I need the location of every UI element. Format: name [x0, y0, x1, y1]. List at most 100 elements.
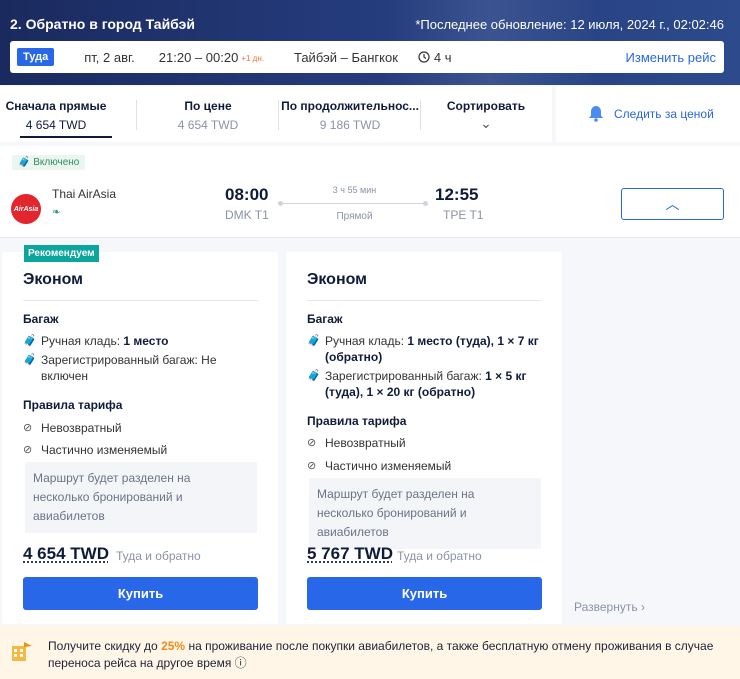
chevron-right-icon: ›: [640, 600, 645, 614]
buy-button[interactable]: Купить: [307, 577, 542, 610]
route-summary-bar: Туда пт, 2 авг. 21:20 – 00:20 +1 дн. Тайб…: [10, 41, 724, 73]
carry-on-row: 🧳 Ручная кладь: 1 место: [23, 333, 255, 349]
checked-bag-icon: 🧳: [307, 370, 321, 382]
arrival-time: 12:55: [435, 185, 479, 204]
checked-bag-icon: 🧳: [23, 354, 37, 366]
divider: [136, 100, 137, 130]
change-row: ⊘ Частично изменяемый: [23, 442, 255, 458]
promo-text-before: Получите скидку до: [48, 639, 158, 653]
sort-dropdown[interactable]: Сортировать ⌄: [420, 86, 552, 142]
route-time: 21:20 – 00:20 +1 дн.: [159, 50, 264, 65]
route-time-range: 21:20 – 00:20: [158, 49, 239, 65]
direction-badge: Туда: [17, 48, 55, 66]
sort-dropdown-label: Сортировать: [446, 99, 526, 113]
carry-on-icon: 🧳: [23, 335, 37, 347]
hotel-icon: [12, 642, 32, 661]
fare-title: Эконом: [307, 271, 368, 288]
tab-by-duration[interactable]: По продолжительнос... 9 186 TWD: [280, 86, 420, 142]
price-subtitle: Туда и обратно: [116, 549, 201, 563]
sort-bar: Сначала прямые 4 654 TWD По цене 4 654 T…: [0, 86, 740, 142]
rules-heading: Правила тарифа: [23, 398, 123, 412]
tab-label: По цене: [184, 99, 232, 113]
chevron-up-icon: ︿: [665, 196, 680, 212]
refund-row: ⊘ Невозвратный: [23, 420, 255, 436]
baggage-heading: Багаж: [307, 312, 343, 326]
carry-on-icon: 🧳: [307, 335, 321, 347]
expand-link[interactable]: Развернуть ›: [574, 600, 645, 614]
fare-title: Эконом: [23, 271, 84, 288]
tab-by-price[interactable]: По цене 4 654 TWD: [138, 86, 278, 142]
fare-price[interactable]: 5 767 TWD: [307, 544, 393, 564]
no-entry-icon: ⊘: [307, 460, 317, 472]
recommended-badge: Рекомендуем: [24, 245, 99, 262]
carry-on-value: 1 место: [123, 334, 169, 348]
track-price-label: Следить за ценой: [614, 107, 714, 121]
checked-bag-label: Зарегистрированный багаж:: [41, 353, 198, 367]
checked-bag-label: Зарегистрированный багаж:: [325, 369, 482, 383]
divider: [307, 300, 542, 301]
carry-on-label: Ручная кладь:: [325, 334, 405, 348]
tab-direct-first[interactable]: Сначала прямые 4 654 TWD: [0, 86, 112, 142]
split-booking-note: Маршрут будет разделен на несколько брон…: [25, 462, 257, 533]
rules-heading: Правила тарифа: [307, 414, 407, 428]
last-update-text: *Последнее обновление: 12 июля, 2024 г.,…: [415, 17, 724, 32]
route-date: пт, 2 авг.: [84, 49, 135, 65]
clock-icon: [418, 51, 430, 63]
track-price-button[interactable]: Следить за ценой: [556, 86, 740, 142]
leaf-icon: ❧: [52, 207, 61, 218]
airline-name: Thai AirAsia: [52, 187, 117, 201]
flight-line: [278, 201, 428, 206]
checked-bag-text: Зарегистрированный багаж: 1 × 5 кг (туда…: [325, 368, 539, 400]
airline-logo: AirAsia: [11, 194, 41, 224]
checked-bag-text: Зарегистрированный багаж: Не включен: [41, 352, 255, 384]
refund-row: ⊘ Невозвратный: [307, 435, 539, 451]
change-text: Частично изменяемый: [41, 443, 168, 457]
carry-on-text: Ручная кладь: 1 место: [41, 333, 169, 349]
no-entry-icon: ⊘: [23, 444, 33, 456]
collapse-button[interactable]: ︿: [621, 188, 724, 220]
flight-duration: 3 ч 55 мин: [332, 185, 377, 195]
no-entry-icon: ⊘: [23, 422, 33, 434]
tab-price: 4 654 TWD: [25, 118, 87, 132]
divider: [23, 300, 258, 301]
sort-tabs: Сначала прямые 4 654 TWD По цене 4 654 T…: [0, 86, 552, 142]
carry-on-label: Ручная кладь:: [41, 334, 121, 348]
included-label: Включено: [33, 157, 80, 168]
divider: [278, 100, 279, 130]
fare-card: Рекомендуем Эконом Багаж 🧳 Ручная кладь:…: [2, 245, 278, 624]
info-icon[interactable]: ⓘ: [235, 656, 247, 670]
departure-time: 08:00: [225, 185, 269, 204]
tab-label: По продолжительнос...: [281, 99, 419, 113]
route-duration: 4 ч: [418, 50, 452, 65]
split-booking-note: Маршрут будет разделен на несколько брон…: [309, 478, 541, 549]
promo-percent: 25%: [161, 639, 186, 653]
promo-text: Получите скидку до 25% на проживание пос…: [48, 638, 728, 672]
chevron-down-icon: ⌄: [480, 115, 492, 131]
included-badge: 🧳 Включено: [12, 155, 86, 170]
buy-button[interactable]: Купить: [23, 577, 258, 610]
arrival-airport: TPE T1: [443, 208, 484, 222]
checked-bag-row: 🧳 Зарегистрированный багаж: 1 × 5 кг (ту…: [307, 368, 539, 400]
flight-card: 🧳 Включено AirAsia Thai AirAsia ❧ 08:00 …: [0, 146, 740, 238]
tab-price: 4 654 TWD: [177, 118, 239, 132]
baggage-heading: Багаж: [23, 312, 59, 326]
refund-text: Невозвратный: [41, 421, 122, 435]
tab-label: Сначала прямые: [5, 99, 107, 113]
change-flight-link[interactable]: Изменить рейс: [626, 50, 716, 65]
departure-airport: DMK T1: [225, 208, 269, 222]
promo-banner: Получите скидку до 25% на проживание пос…: [0, 626, 740, 679]
expand-label: Развернуть: [574, 600, 638, 614]
change-row: ⊘ Частично изменяемый: [307, 458, 539, 474]
route-duration-value: 4 ч: [433, 49, 452, 65]
tab-price: 9 186 TWD: [319, 118, 381, 132]
change-text: Частично изменяемый: [325, 459, 452, 473]
refund-text: Невозвратный: [325, 436, 406, 450]
price-subtitle: Туда и обратно: [397, 549, 482, 563]
fare-price[interactable]: 4 654 TWD: [23, 544, 109, 564]
plus-day-badge: +1 дн.: [241, 53, 264, 63]
route-cities: Тайбэй – Бангкок: [293, 49, 398, 65]
carry-on-text: Ручная кладь: 1 место (туда), 1 × 7 кг (…: [325, 333, 539, 365]
bell-icon: [589, 106, 603, 122]
no-entry-icon: ⊘: [307, 437, 317, 449]
checked-bag-row: 🧳 Зарегистрированный багаж: Не включен: [23, 352, 255, 384]
